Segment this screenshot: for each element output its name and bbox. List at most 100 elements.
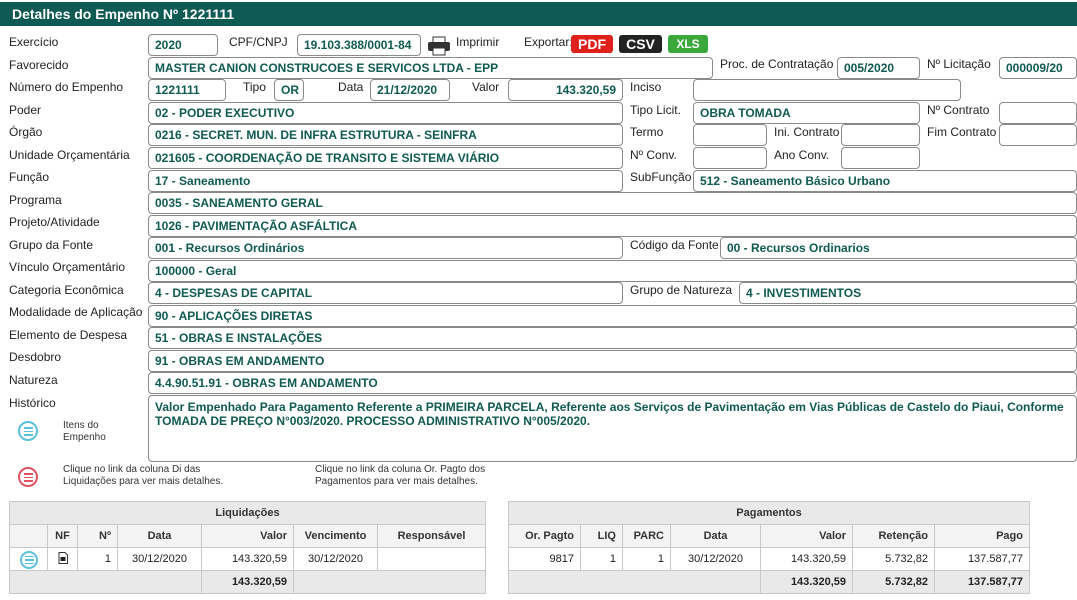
pagamentos-total-pago: 137.587,77 (934, 570, 1030, 594)
pagamentos-total-valor: 143.320,59 (760, 570, 853, 594)
printer-icon[interactable] (427, 36, 451, 56)
data-field[interactable]: 21/12/2020 (370, 79, 450, 101)
imprimir-link[interactable]: Imprimir (456, 35, 499, 49)
valor-cell: 143.320,59 (201, 547, 294, 571)
col-pago: Pago (934, 524, 1030, 548)
tipo-licit-label: Tipo Licit. (630, 103, 681, 117)
data-cell: 30/12/2020 (117, 547, 202, 571)
valor-field[interactable]: 143.320,59 (508, 79, 623, 101)
elemento-field[interactable]: 51 - OBRAS E INSTALAÇÕES (148, 327, 1077, 349)
programa-field[interactable]: 0035 - SANEAMENTO GERAL (148, 192, 1077, 214)
tipo-licit-field[interactable]: OBRA TOMADA (693, 102, 920, 124)
n-licitacao-field[interactable]: 000009/20 (999, 57, 1077, 79)
projeto-field[interactable]: 1026 - PAVIMENTAÇÃO ASFÁLTICA (148, 215, 1077, 237)
total-spacer (293, 570, 486, 594)
ini-contrato-field[interactable] (841, 124, 920, 146)
codigo-fonte-field[interactable]: 00 - Recursos Ordinarios (720, 237, 1077, 259)
cpf-cnpj-label: CPF/CNPJ (229, 35, 288, 49)
col-valor: Valor (201, 524, 294, 548)
or-pagto-cell[interactable]: 9817 (508, 547, 581, 571)
grupo-natureza-label: Grupo de Natureza (630, 283, 733, 297)
col-data: Data (670, 524, 761, 548)
vencimento-cell: 30/12/2020 (293, 547, 378, 571)
n-conv-label: Nº Conv. (630, 148, 677, 162)
n-conv-field[interactable] (693, 147, 767, 169)
ano-conv-label: Ano Conv. (774, 148, 830, 162)
proc-contratacao-field[interactable]: 005/2020 (837, 57, 920, 79)
cpf-cnpj-field[interactable]: 19.103.388/0001-84 (297, 34, 421, 56)
subfuncao-field[interactable]: 512 - Saneamento Básico Urbano (693, 170, 1077, 192)
n-contrato-label: Nº Contrato (927, 103, 990, 117)
termo-field[interactable] (693, 124, 767, 146)
vinculo-field[interactable]: 100000 - Geral (148, 260, 1077, 282)
exportar-label: Exportar: (524, 35, 573, 49)
projeto-label: Projeto/Atividade (9, 215, 100, 229)
export-csv-button[interactable]: CSV (619, 35, 662, 53)
exercicio-field[interactable]: 2020 (148, 34, 218, 56)
orgao-field[interactable]: 0216 - SECRET. MUN. DE INFRA ESTRUTURA -… (148, 124, 623, 146)
programa-label: Programa (9, 193, 62, 207)
exercicio-label: Exercício (9, 35, 59, 49)
historico-field[interactable]: Valor Empenhado Para Pagamento Referente… (148, 395, 1077, 462)
natureza-label: Natureza (9, 373, 58, 387)
nf-document-icon[interactable] (58, 551, 68, 567)
itens-empenho-icon[interactable] (18, 421, 38, 441)
n-licitacao-label: Nº Licitação (927, 57, 991, 71)
desdobro-field[interactable]: 91 - OBRAS EM ANDAMENTO (148, 350, 1077, 372)
n-contrato-field[interactable] (999, 102, 1077, 124)
poder-field[interactable]: 02 - PODER EXECUTIVO (148, 102, 623, 124)
pago-cell: 137.587,77 (934, 547, 1030, 571)
liquidacoes-table: Liquidações NF Nº Data Valor Vencimento … (9, 501, 486, 594)
itens-empenho-label: Itens do Empenho (63, 420, 106, 443)
tipo-label: Tipo (243, 80, 266, 94)
pagamentos-note: Clique no link da coluna Or. Pagto dos P… (315, 464, 486, 487)
ano-conv-field[interactable] (841, 147, 920, 169)
nf-cell[interactable] (47, 547, 78, 571)
funcao-field[interactable]: 17 - Saneamento (148, 170, 623, 192)
elemento-label: Elemento de Despesa (9, 328, 128, 342)
col-responsavel: Responsável (377, 524, 486, 548)
grupo-fonte-field[interactable]: 001 - Recursos Ordinários (148, 237, 623, 259)
modalidade-field[interactable]: 90 - APLICAÇÕES DIRETAS (148, 305, 1077, 327)
favorecido-field[interactable]: MASTER CANION CONSTRUCOES E SERVICOS LTD… (148, 57, 713, 79)
funcao-label: Função (9, 170, 50, 184)
natureza-field[interactable]: 4.4.90.51.91 - OBRAS EM ANDAMENTO (148, 372, 1077, 394)
inciso-field[interactable] (693, 79, 961, 101)
liquidacoes-legend-icon (18, 467, 38, 487)
col-n: Nº (77, 524, 118, 548)
liquidacao-detail-icon[interactable] (19, 550, 38, 569)
table-row: 1 30/12/2020 143.320,59 30/12/2020 (9, 547, 486, 571)
pagamentos-table: Pagamentos Or. Pagto LIQ PARC Data Valor… (508, 501, 1030, 594)
liq-cell: 1 (580, 547, 623, 571)
vinculo-label: Vínculo Orçamentário (9, 260, 126, 274)
col-nf: NF (47, 524, 78, 548)
numero-empenho-field[interactable]: 1221111 (148, 79, 226, 101)
data-label: Data (338, 80, 364, 94)
export-pdf-button[interactable]: PDF (571, 35, 613, 53)
grupo-natureza-field[interactable]: 4 - INVESTIMENTOS (739, 282, 1077, 304)
tipo-field[interactable]: OR (274, 79, 304, 101)
valor-label: Valor (472, 80, 500, 94)
fim-contrato-field[interactable] (999, 124, 1077, 146)
favorecido-label: Favorecido (9, 58, 69, 72)
categoria-field[interactable]: 4 - DESPESAS DE CAPITAL (148, 282, 623, 304)
page-title-bar: Detalhes do Empenho Nº 1221111 (0, 2, 1077, 26)
page-title: Detalhes do Empenho Nº 1221111 (12, 6, 235, 22)
col-or-pagto: Or. Pagto (508, 524, 581, 548)
total-spacer (508, 570, 761, 594)
data-cell: 30/12/2020 (670, 547, 761, 571)
pagamentos-total-retencao: 5.732,82 (852, 570, 935, 594)
retencao-cell: 5.732,82 (852, 547, 935, 571)
responsavel-cell (377, 547, 486, 571)
poder-label: Poder (9, 103, 42, 117)
grupo-fonte-label: Grupo da Fonte (9, 238, 94, 252)
n-cell: 1 (77, 547, 118, 571)
liquidacoes-note: Clique no link da coluna Di das Liquidaç… (63, 464, 224, 487)
col-liq: LIQ (580, 524, 623, 548)
col-retencao: Retenção (852, 524, 935, 548)
codigo-fonte-label: Código da Fonte (630, 238, 719, 252)
unidade-field[interactable]: 021605 - COORDENAÇÃO DE TRANSITO E SISTE… (148, 147, 623, 169)
col-empty (9, 524, 48, 548)
export-xls-button[interactable]: XLS (668, 35, 708, 53)
row-detail-cell[interactable] (9, 547, 48, 571)
